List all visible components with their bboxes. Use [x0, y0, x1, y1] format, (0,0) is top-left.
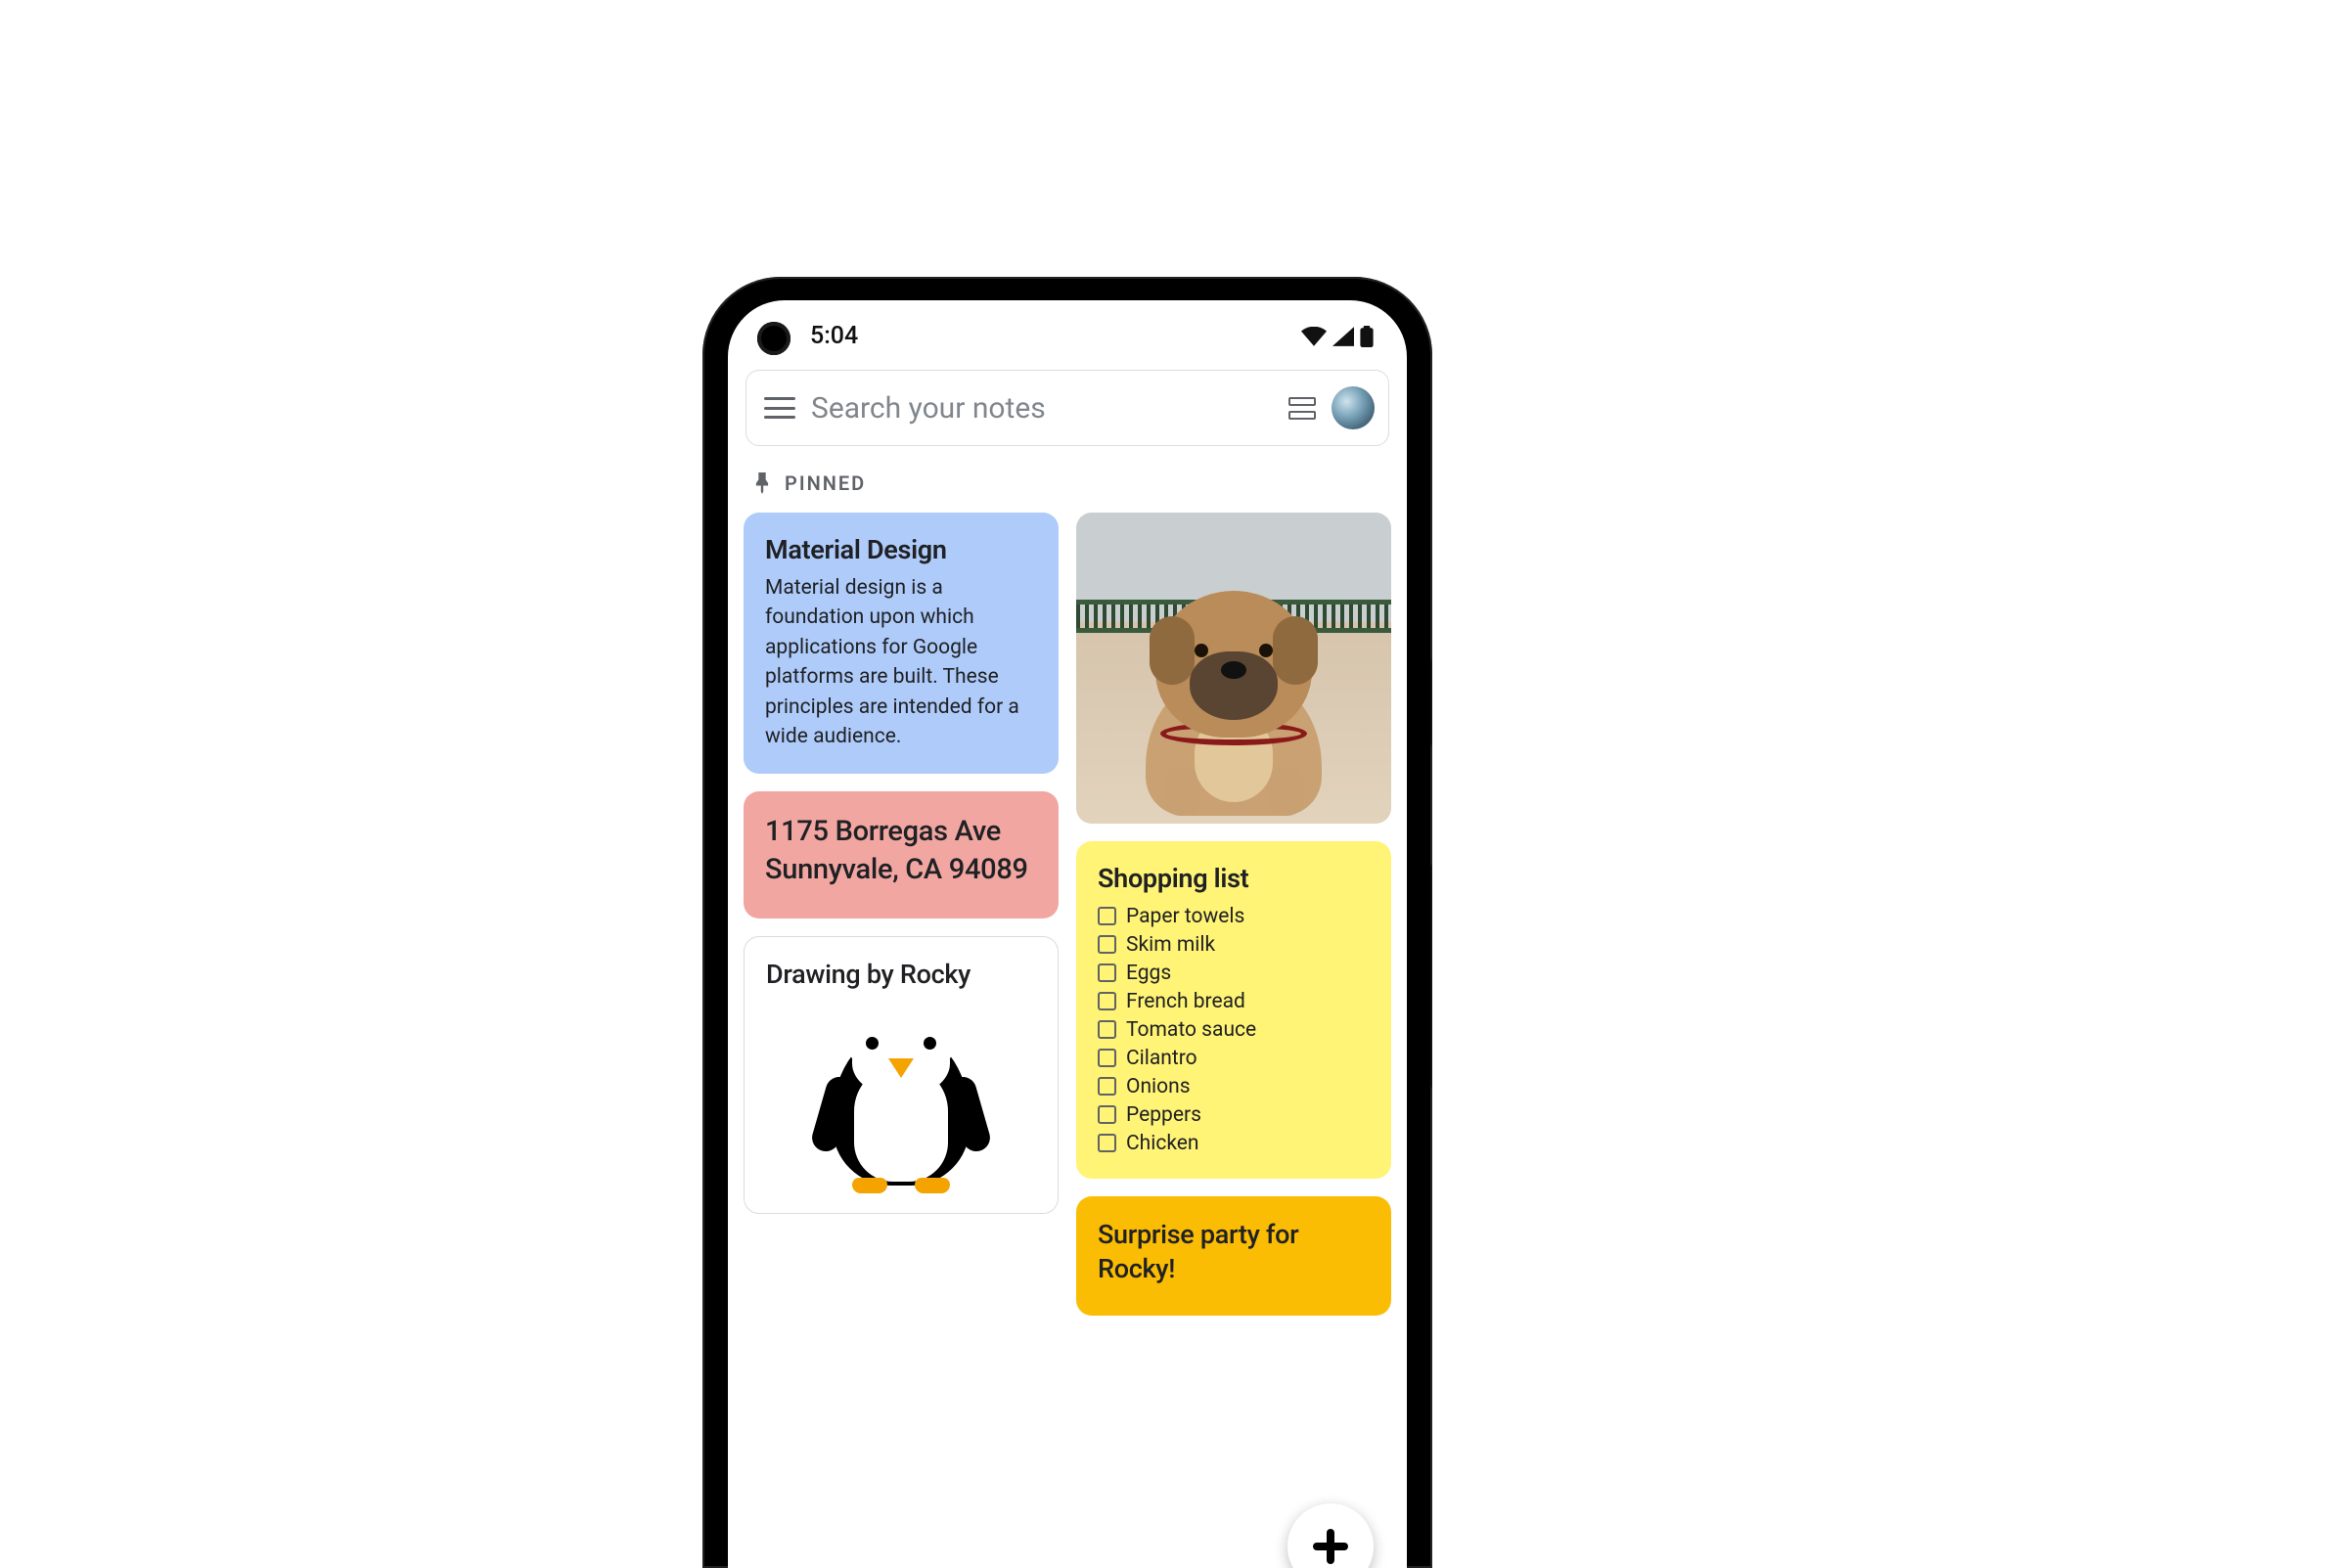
- list-item[interactable]: Cilantro: [1098, 1044, 1370, 1072]
- note-surprise-party[interactable]: Surprise party for Rocky!: [1076, 1196, 1391, 1316]
- list-item-label: Skim milk: [1126, 933, 1215, 957]
- list-item[interactable]: Peppers: [1098, 1100, 1370, 1129]
- checkbox-icon[interactable]: [1098, 1077, 1116, 1096]
- list-item-label: Chicken: [1126, 1132, 1199, 1155]
- list-item-label: Paper towels: [1126, 905, 1244, 928]
- notes-column-left: Material Design Material design is a fou…: [744, 513, 1059, 1483]
- note-shopping-list[interactable]: Shopping list Paper towels Skim milk Egg…: [1076, 841, 1391, 1179]
- checkbox-icon[interactable]: [1098, 1105, 1116, 1124]
- note-dog-photo[interactable]: [1076, 513, 1391, 824]
- list-item-label: Eggs: [1126, 962, 1171, 985]
- dog-photo: [1076, 513, 1391, 824]
- note-body: Material design is a foundation upon whi…: [765, 573, 1037, 752]
- search-placeholder: Search your notes: [811, 391, 1273, 426]
- avatar[interactable]: [1332, 386, 1375, 429]
- note-address[interactable]: 1175 Borregas Ave Sunnyvale, CA 94089: [744, 791, 1059, 918]
- notes-column-right: Shopping list Paper towels Skim milk Egg…: [1076, 513, 1391, 1483]
- list-item[interactable]: Onions: [1098, 1072, 1370, 1100]
- list-item-label: French bread: [1126, 990, 1245, 1013]
- checkbox-icon[interactable]: [1098, 1020, 1116, 1039]
- note-title: Drawing by Rocky: [766, 959, 1036, 990]
- list-item[interactable]: French bread: [1098, 987, 1370, 1015]
- cellular-icon: [1332, 327, 1354, 346]
- search-bar[interactable]: Search your notes: [745, 370, 1389, 446]
- list-item-label: Onions: [1126, 1075, 1191, 1098]
- plus-icon: [1313, 1529, 1348, 1564]
- status-bar: 5:04: [728, 300, 1407, 356]
- note-title: Surprise party for Rocky!: [1098, 1218, 1370, 1286]
- list-item[interactable]: Paper towels: [1098, 902, 1370, 930]
- note-material-design[interactable]: Material Design Material design is a fou…: [744, 513, 1059, 774]
- camera-hole: [757, 322, 790, 355]
- checkbox-icon[interactable]: [1098, 992, 1116, 1010]
- list-item[interactable]: Chicken: [1098, 1129, 1370, 1157]
- wifi-icon: [1301, 327, 1327, 346]
- list-item[interactable]: Eggs: [1098, 959, 1370, 987]
- drawing-penguin: [766, 998, 1036, 1191]
- note-title: 1175 Borregas Ave Sunnyvale, CA 94089: [765, 813, 1037, 889]
- pinned-header: PINNED: [728, 456, 1407, 505]
- checkbox-icon[interactable]: [1098, 963, 1116, 982]
- status-time: 5:04: [810, 322, 858, 350]
- volume-button: [1430, 864, 1432, 1089]
- note-title: Material Design: [765, 534, 1037, 565]
- pin-icon: [753, 472, 771, 494]
- status-icons: [1301, 326, 1374, 347]
- checkbox-icon[interactable]: [1098, 935, 1116, 954]
- list-item-label: Peppers: [1126, 1103, 1201, 1127]
- new-note-fab[interactable]: [1287, 1503, 1374, 1568]
- screen: 5:04 Search your notes: [728, 300, 1407, 1568]
- list-item[interactable]: Skim milk: [1098, 930, 1370, 959]
- phone-frame: 5:04 Search your notes: [702, 277, 1432, 1568]
- power-button: [1430, 658, 1432, 746]
- list-item-label: Cilantro: [1126, 1047, 1197, 1070]
- menu-icon[interactable]: [764, 397, 795, 419]
- note-drawing[interactable]: Drawing by Rocky: [744, 936, 1059, 1214]
- notes-grid: Material Design Material design is a fou…: [728, 505, 1407, 1483]
- note-title: Shopping list: [1098, 863, 1370, 894]
- list-item-label: Tomato sauce: [1126, 1018, 1256, 1042]
- checkbox-icon[interactable]: [1098, 1049, 1116, 1067]
- shopping-checklist: Paper towels Skim milk Eggs French bread…: [1098, 902, 1370, 1157]
- checkbox-icon[interactable]: [1098, 1134, 1116, 1152]
- pinned-label: PINNED: [785, 471, 866, 495]
- checkbox-icon[interactable]: [1098, 907, 1116, 925]
- list-item[interactable]: Tomato sauce: [1098, 1015, 1370, 1044]
- view-toggle-icon[interactable]: [1288, 397, 1316, 420]
- battery-icon: [1360, 326, 1374, 347]
